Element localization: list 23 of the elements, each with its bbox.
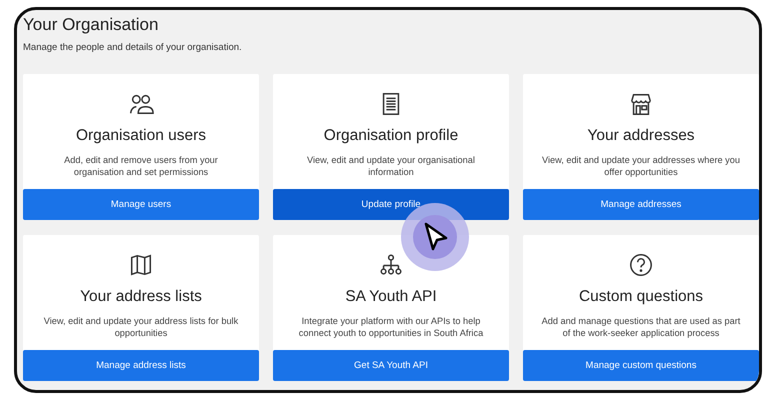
action-button[interactable]: Manage users (23, 189, 259, 220)
card-description: View, edit and update your addresses where you offer opportunities (541, 154, 741, 179)
action-button[interactable]: Get SA Youth API (273, 350, 509, 381)
card-description: View, edit and update your organisational information (306, 154, 476, 179)
action-button[interactable]: Manage addresses (523, 189, 759, 220)
map-icon (128, 252, 154, 278)
storefront-icon (628, 91, 654, 117)
question-icon (628, 252, 654, 278)
action-button[interactable]: Manage custom questions (523, 350, 759, 381)
action-button[interactable]: Manage address lists (23, 350, 259, 381)
card-description: View, edit and update your address lists for bulk opportunities (42, 315, 240, 340)
card-title: Your address lists (80, 288, 202, 306)
card-title: Your addresses (587, 127, 695, 145)
action-button[interactable]: Update profile (273, 189, 509, 220)
card-title: Organisation profile (324, 127, 458, 145)
card-description: Add, edit and remove users from your organisation and set permissions (63, 154, 219, 179)
card-title: Organisation users (76, 127, 206, 145)
card-description: Integrate your platform with our APIs to help connect youth to opportunities in South Africa (298, 315, 484, 340)
card-description: Add and manage questions that are used as part of the work-seeker application process (541, 315, 741, 340)
card-title: SA Youth API (345, 288, 437, 306)
page-title: Your Organisation (23, 14, 160, 36)
page-subtitle: Manage the people and details of your organisation. (23, 42, 243, 53)
card-title: Custom questions (578, 288, 704, 306)
